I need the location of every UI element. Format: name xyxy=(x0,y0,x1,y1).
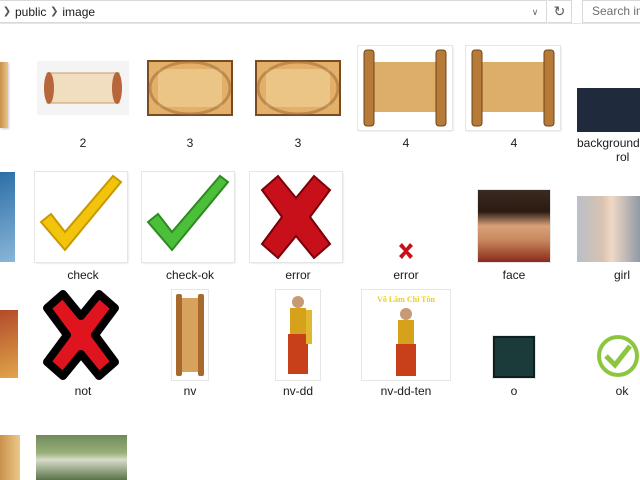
thumbnail xyxy=(35,290,127,380)
file-name: 2 xyxy=(79,136,87,150)
file-name: 3 xyxy=(186,136,194,150)
file-item[interactable] xyxy=(36,435,127,480)
file-name: not xyxy=(74,384,92,398)
partial-thumbnail[interactable] xyxy=(0,62,8,128)
partial-thumbnail[interactable] xyxy=(0,435,20,480)
thumbnail xyxy=(142,172,234,262)
file-name: 3 xyxy=(294,136,302,150)
file-name: ok xyxy=(615,384,629,398)
file-name: check-ok xyxy=(165,268,215,282)
thumbnail xyxy=(466,46,560,130)
thumbnail xyxy=(250,46,346,130)
file-name: error xyxy=(285,268,311,282)
thumbnail xyxy=(493,336,535,378)
thumbnail-caption: Võ Lâm Chi Tôn xyxy=(377,295,435,304)
thumbnail xyxy=(142,46,238,130)
file-name: o xyxy=(510,384,518,398)
file-name: background xyxy=(577,136,640,150)
file-name-line2: rol xyxy=(616,150,630,164)
file-name: nv xyxy=(183,384,197,398)
file-name: error xyxy=(393,268,419,282)
thumbnail xyxy=(596,334,640,378)
thumbnail xyxy=(577,88,640,132)
thumbnail xyxy=(35,46,131,130)
file-name: girl xyxy=(613,268,630,282)
partial-thumbnail[interactable] xyxy=(0,172,15,262)
file-grid: 2 3 3 4 4 background rol check check-ok … xyxy=(0,0,640,480)
file-name: check xyxy=(67,268,99,282)
thumbnail: Võ Lâm Chi Tôn xyxy=(362,290,450,380)
thumbnail xyxy=(172,290,208,380)
thumbnail xyxy=(250,172,342,262)
thumbnail xyxy=(577,196,640,262)
thumbnail xyxy=(478,190,550,262)
file-name: nv-dd xyxy=(282,384,314,398)
thumbnail xyxy=(358,172,454,262)
file-name: 4 xyxy=(510,136,518,150)
partial-thumbnail[interactable] xyxy=(0,310,18,378)
file-name: face xyxy=(502,268,526,282)
file-name: nv-dd-ten xyxy=(380,384,432,398)
thumbnail xyxy=(276,290,320,380)
thumbnail xyxy=(358,46,452,130)
file-name: 4 xyxy=(402,136,410,150)
thumbnail xyxy=(35,172,127,262)
